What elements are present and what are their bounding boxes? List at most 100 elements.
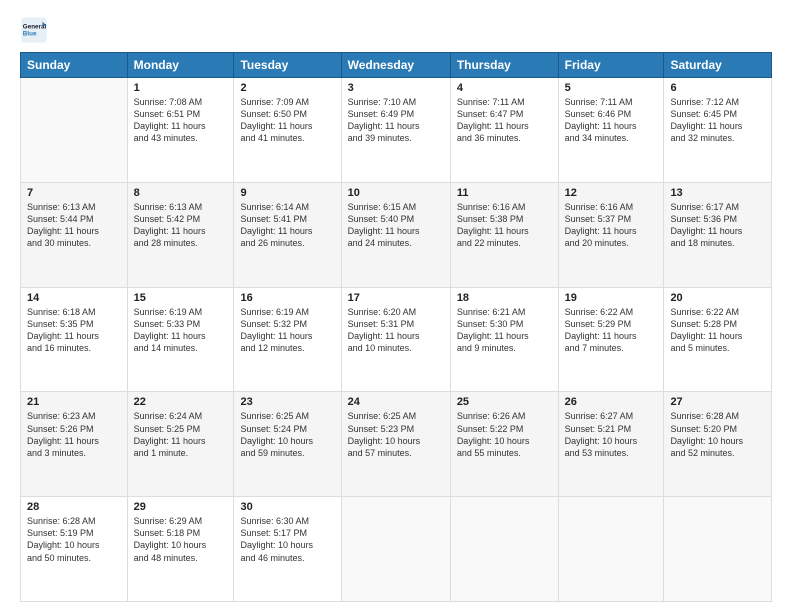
day-number: 12 (565, 187, 658, 199)
day-number: 4 (457, 82, 552, 94)
calendar-cell: 13 Sunrise: 6:17 AM Sunset: 5:36 PM Dayli… (664, 182, 772, 287)
day-number: 7 (27, 187, 121, 199)
weekday-header-sunday: Sunday (21, 53, 128, 78)
day-number: 13 (670, 187, 765, 199)
calendar-cell (450, 497, 558, 602)
day-info: Sunrise: 6:19 AM Sunset: 5:33 PM Dayligh… (134, 306, 228, 355)
day-info: Sunrise: 6:16 AM Sunset: 5:38 PM Dayligh… (457, 201, 552, 250)
day-info: Sunrise: 6:22 AM Sunset: 5:29 PM Dayligh… (565, 306, 658, 355)
day-info: Sunrise: 7:10 AM Sunset: 6:49 PM Dayligh… (348, 96, 444, 145)
day-number: 21 (27, 396, 121, 408)
calendar-cell: 22 Sunrise: 6:24 AM Sunset: 5:25 PM Dayli… (127, 392, 234, 497)
day-info: Sunrise: 7:12 AM Sunset: 6:45 PM Dayligh… (670, 96, 765, 145)
day-number: 28 (27, 501, 121, 513)
day-number: 10 (348, 187, 444, 199)
calendar-cell: 21 Sunrise: 6:23 AM Sunset: 5:26 PM Dayli… (21, 392, 128, 497)
svg-text:Blue: Blue (23, 31, 37, 38)
logo: General Blue (20, 16, 52, 44)
calendar-cell: 7 Sunrise: 6:13 AM Sunset: 5:44 PM Daylig… (21, 182, 128, 287)
weekday-header-friday: Friday (558, 53, 664, 78)
calendar-cell: 27 Sunrise: 6:28 AM Sunset: 5:20 PM Dayli… (664, 392, 772, 497)
day-number: 23 (240, 396, 334, 408)
day-number: 30 (240, 501, 334, 513)
day-info: Sunrise: 6:14 AM Sunset: 5:41 PM Dayligh… (240, 201, 334, 250)
day-info: Sunrise: 7:09 AM Sunset: 6:50 PM Dayligh… (240, 96, 334, 145)
day-number: 15 (134, 292, 228, 304)
calendar-cell: 6 Sunrise: 7:12 AM Sunset: 6:45 PM Daylig… (664, 78, 772, 183)
day-number: 14 (27, 292, 121, 304)
logo-icon: General Blue (20, 16, 48, 44)
day-number: 26 (565, 396, 658, 408)
day-info: Sunrise: 6:23 AM Sunset: 5:26 PM Dayligh… (27, 410, 121, 459)
calendar-cell: 28 Sunrise: 6:28 AM Sunset: 5:19 PM Dayli… (21, 497, 128, 602)
day-number: 17 (348, 292, 444, 304)
day-number: 25 (457, 396, 552, 408)
day-info: Sunrise: 6:18 AM Sunset: 5:35 PM Dayligh… (27, 306, 121, 355)
day-number: 19 (565, 292, 658, 304)
day-info: Sunrise: 6:20 AM Sunset: 5:31 PM Dayligh… (348, 306, 444, 355)
calendar-cell (341, 497, 450, 602)
calendar-cell (664, 497, 772, 602)
calendar-cell: 12 Sunrise: 6:16 AM Sunset: 5:37 PM Dayli… (558, 182, 664, 287)
day-number: 1 (134, 82, 228, 94)
day-info: Sunrise: 6:25 AM Sunset: 5:23 PM Dayligh… (348, 410, 444, 459)
calendar-cell: 16 Sunrise: 6:19 AM Sunset: 5:32 PM Dayli… (234, 287, 341, 392)
day-number: 16 (240, 292, 334, 304)
day-info: Sunrise: 6:27 AM Sunset: 5:21 PM Dayligh… (565, 410, 658, 459)
day-info: Sunrise: 6:13 AM Sunset: 5:42 PM Dayligh… (134, 201, 228, 250)
calendar-cell: 2 Sunrise: 7:09 AM Sunset: 6:50 PM Daylig… (234, 78, 341, 183)
day-info: Sunrise: 6:28 AM Sunset: 5:19 PM Dayligh… (27, 515, 121, 564)
weekday-header-tuesday: Tuesday (234, 53, 341, 78)
calendar-table: SundayMondayTuesdayWednesdayThursdayFrid… (20, 52, 772, 602)
day-number: 22 (134, 396, 228, 408)
day-info: Sunrise: 6:19 AM Sunset: 5:32 PM Dayligh… (240, 306, 334, 355)
day-info: Sunrise: 6:28 AM Sunset: 5:20 PM Dayligh… (670, 410, 765, 459)
day-number: 27 (670, 396, 765, 408)
day-number: 6 (670, 82, 765, 94)
day-info: Sunrise: 6:22 AM Sunset: 5:28 PM Dayligh… (670, 306, 765, 355)
weekday-header-thursday: Thursday (450, 53, 558, 78)
calendar-cell: 9 Sunrise: 6:14 AM Sunset: 5:41 PM Daylig… (234, 182, 341, 287)
day-info: Sunrise: 6:30 AM Sunset: 5:17 PM Dayligh… (240, 515, 334, 564)
day-number: 2 (240, 82, 334, 94)
weekday-header-monday: Monday (127, 53, 234, 78)
calendar-cell (21, 78, 128, 183)
day-info: Sunrise: 7:08 AM Sunset: 6:51 PM Dayligh… (134, 96, 228, 145)
day-info: Sunrise: 6:17 AM Sunset: 5:36 PM Dayligh… (670, 201, 765, 250)
weekday-header-wednesday: Wednesday (341, 53, 450, 78)
day-info: Sunrise: 6:13 AM Sunset: 5:44 PM Dayligh… (27, 201, 121, 250)
day-number: 9 (240, 187, 334, 199)
calendar-cell (558, 497, 664, 602)
calendar-cell: 17 Sunrise: 6:20 AM Sunset: 5:31 PM Dayli… (341, 287, 450, 392)
calendar-cell: 29 Sunrise: 6:29 AM Sunset: 5:18 PM Dayli… (127, 497, 234, 602)
day-info: Sunrise: 6:16 AM Sunset: 5:37 PM Dayligh… (565, 201, 658, 250)
day-number: 24 (348, 396, 444, 408)
day-number: 5 (565, 82, 658, 94)
day-info: Sunrise: 7:11 AM Sunset: 6:46 PM Dayligh… (565, 96, 658, 145)
calendar-cell: 15 Sunrise: 6:19 AM Sunset: 5:33 PM Dayli… (127, 287, 234, 392)
day-number: 29 (134, 501, 228, 513)
calendar-cell: 5 Sunrise: 7:11 AM Sunset: 6:46 PM Daylig… (558, 78, 664, 183)
calendar-cell: 24 Sunrise: 6:25 AM Sunset: 5:23 PM Dayli… (341, 392, 450, 497)
day-info: Sunrise: 6:25 AM Sunset: 5:24 PM Dayligh… (240, 410, 334, 459)
calendar-cell: 11Sunrise: 6:16 AM Sunset: 5:38 PM Dayli… (450, 182, 558, 287)
calendar-cell: 19 Sunrise: 6:22 AM Sunset: 5:29 PM Dayli… (558, 287, 664, 392)
calendar-cell: 23 Sunrise: 6:25 AM Sunset: 5:24 PM Dayli… (234, 392, 341, 497)
day-info: Sunrise: 6:21 AM Sunset: 5:30 PM Dayligh… (457, 306, 552, 355)
calendar-cell: 3 Sunrise: 7:10 AM Sunset: 6:49 PM Daylig… (341, 78, 450, 183)
day-info: Sunrise: 6:26 AM Sunset: 5:22 PM Dayligh… (457, 410, 552, 459)
day-number: 8 (134, 187, 228, 199)
page-header: General Blue (20, 16, 772, 44)
day-number: 3 (348, 82, 444, 94)
day-info: Sunrise: 6:24 AM Sunset: 5:25 PM Dayligh… (134, 410, 228, 459)
calendar-cell: 18 Sunrise: 6:21 AM Sunset: 5:30 PM Dayli… (450, 287, 558, 392)
calendar-cell: 14 Sunrise: 6:18 AM Sunset: 5:35 PM Dayli… (21, 287, 128, 392)
weekday-header-saturday: Saturday (664, 53, 772, 78)
day-number: 18 (457, 292, 552, 304)
day-number: 20 (670, 292, 765, 304)
calendar-cell: 26 Sunrise: 6:27 AM Sunset: 5:21 PM Dayli… (558, 392, 664, 497)
calendar-cell: 4 Sunrise: 7:11 AM Sunset: 6:47 PM Daylig… (450, 78, 558, 183)
calendar-cell: 1 Sunrise: 7:08 AM Sunset: 6:51 PM Daylig… (127, 78, 234, 183)
day-info: Sunrise: 6:29 AM Sunset: 5:18 PM Dayligh… (134, 515, 228, 564)
day-info: Sunrise: 7:11 AM Sunset: 6:47 PM Dayligh… (457, 96, 552, 145)
